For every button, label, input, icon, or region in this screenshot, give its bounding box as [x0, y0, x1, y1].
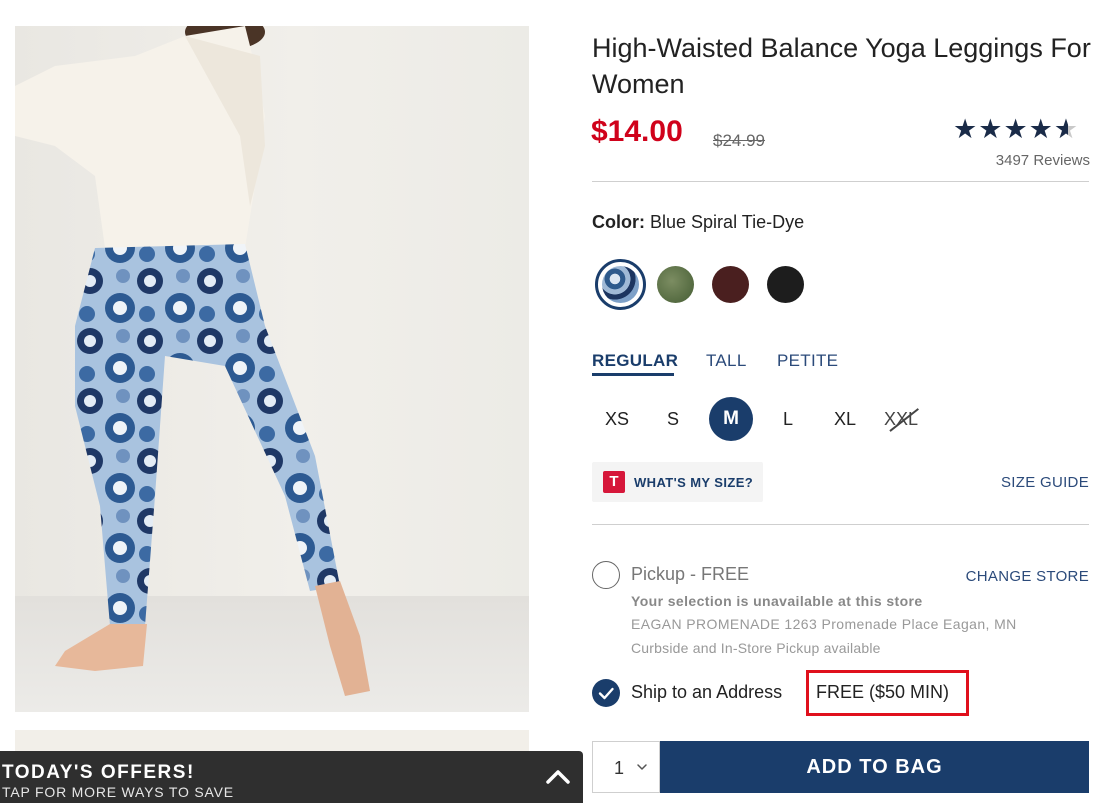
offers-title: TODAY'S OFFERS!: [2, 762, 195, 783]
star-icon: ★: [1003, 114, 1029, 144]
quantity-select[interactable]: 1: [592, 741, 660, 793]
store-address: EAGAN PROMENADE 1263 Promenade Place Eag…: [631, 616, 1017, 632]
ship-price: FREE ($50 MIN): [816, 682, 950, 702]
tab-petite[interactable]: PETITE: [777, 351, 838, 371]
sale-price: $14.00: [591, 115, 683, 148]
model-illustration: [15, 26, 370, 696]
truefit-logo-icon: T: [603, 471, 625, 493]
size-m-selected[interactable]: M: [709, 397, 753, 441]
reviews-link[interactable]: 3497 Reviews: [996, 152, 1090, 169]
whats-my-size-button[interactable]: T WHAT'S MY SIZE?: [592, 462, 763, 502]
color-label: Color: Blue Spiral Tie-Dye: [592, 212, 805, 232]
whats-my-size-label: WHAT'S MY SIZE?: [634, 475, 754, 490]
size-xl[interactable]: XL: [834, 409, 856, 430]
size-s[interactable]: S: [667, 409, 679, 430]
star-icon: ★: [1028, 114, 1054, 144]
ship-radio[interactable]: [592, 679, 620, 707]
swatch-olive[interactable]: [657, 266, 694, 303]
offers-banner[interactable]: TODAY'S OFFERS! TAP FOR MORE WAYS TO SAV…: [0, 751, 583, 803]
curbside-note: Curbside and In-Store Pickup available: [631, 640, 881, 656]
size-xs[interactable]: XS: [605, 409, 629, 430]
product-image[interactable]: [15, 26, 529, 712]
original-price: $24.99: [713, 131, 765, 150]
divider: [592, 181, 1089, 182]
checkmark-icon: [598, 687, 614, 700]
chevron-down-icon: [637, 764, 647, 770]
add-to-bag-button[interactable]: ADD TO BAG: [660, 741, 1089, 793]
ship-label[interactable]: Ship to an Address: [631, 682, 782, 703]
selected-color-name: Blue Spiral Tie-Dye: [650, 212, 805, 232]
star-icon: ★: [953, 114, 979, 144]
tab-tall[interactable]: TALL: [706, 351, 747, 371]
tab-regular[interactable]: REGULAR: [592, 351, 678, 371]
change-store-link[interactable]: CHANGE STORE: [966, 568, 1089, 585]
tab-active-indicator: [592, 373, 674, 376]
divider: [592, 524, 1089, 525]
quantity-value: 1: [614, 758, 625, 778]
size-l[interactable]: L: [783, 409, 793, 430]
size-xxl-unavailable[interactable]: XXL: [884, 408, 922, 433]
pickup-radio[interactable]: [592, 561, 620, 589]
offers-subtitle: TAP FOR MORE WAYS TO SAVE: [2, 784, 234, 800]
star-icon: ★: [978, 114, 1004, 144]
rating-stars[interactable]: ★★★★★ ★: [953, 114, 1079, 145]
product-title: High-Waisted Balance Yoga Leggings For W…: [592, 33, 1091, 99]
half-star-icon: ★ ★: [1053, 114, 1080, 144]
swatch-burgundy[interactable]: [712, 266, 749, 303]
swatch-black[interactable]: [767, 266, 804, 303]
size-guide-link[interactable]: SIZE GUIDE: [1001, 474, 1089, 491]
pickup-unavailable-message: Your selection is unavailable at this st…: [631, 593, 923, 609]
swatch-blue-tie-dye[interactable]: [602, 266, 639, 303]
pickup-label[interactable]: Pickup - FREE: [631, 564, 749, 585]
chevron-up-icon[interactable]: [545, 765, 571, 787]
